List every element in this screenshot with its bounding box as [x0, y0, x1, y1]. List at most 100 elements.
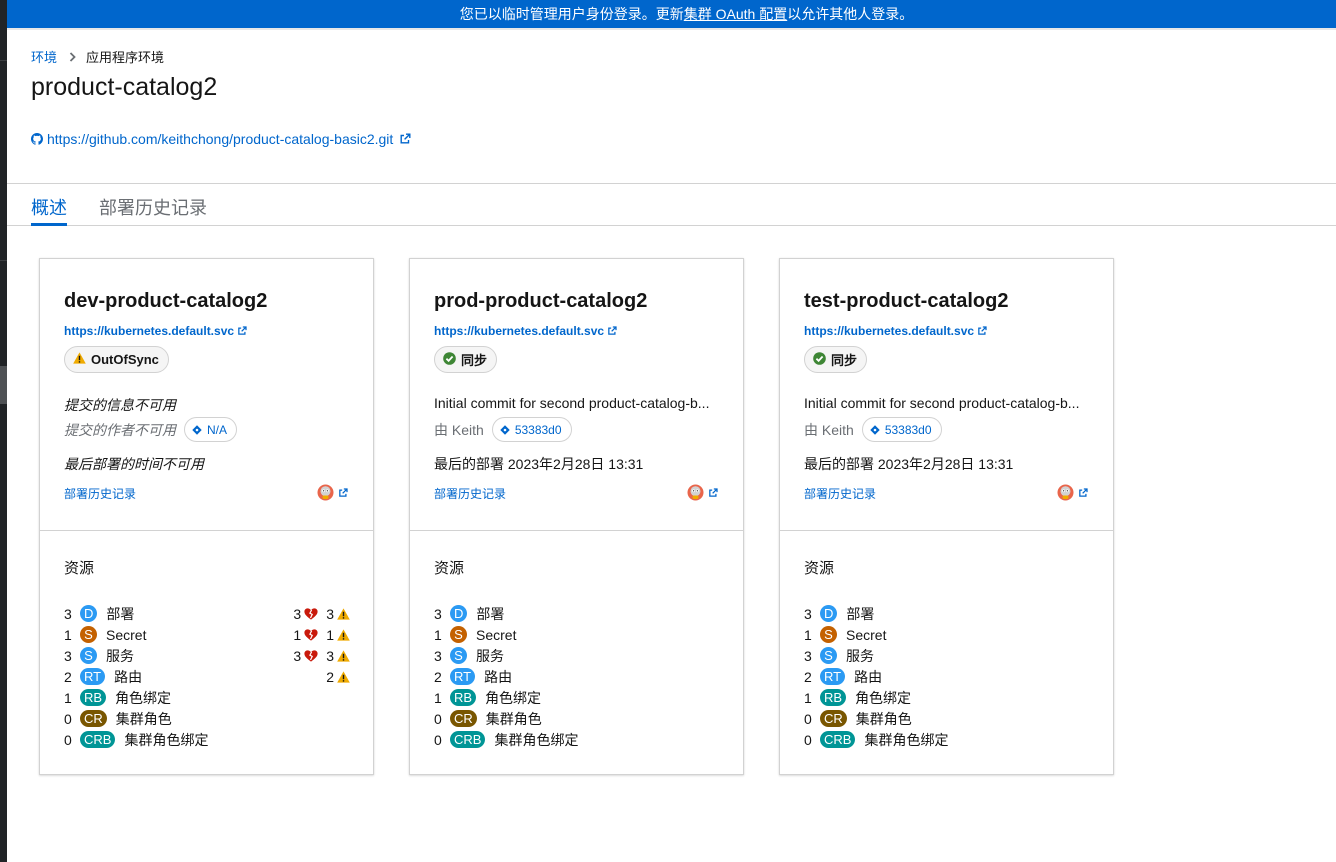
- sync-status-badge: OutOfSync: [64, 346, 169, 373]
- resource-count: 3: [64, 605, 72, 622]
- breadcrumb: 环境 应用程序环境: [31, 47, 164, 66]
- repo-url[interactable]: https://github.com/keithchong/product-ca…: [47, 131, 393, 147]
- deployment-history-link[interactable]: 部署历史记录: [64, 485, 136, 502]
- resource-health: 11: [289, 624, 350, 645]
- resource-kind-badge: S: [80, 626, 97, 643]
- commit-id-badge[interactable]: N/A: [184, 417, 238, 442]
- git-commit-icon: [500, 424, 510, 435]
- resource-label: Secret: [476, 626, 517, 643]
- resource-count: 2: [64, 668, 72, 685]
- heart-broken-icon: [304, 628, 318, 641]
- environment-name: dev-product-catalog2: [64, 290, 268, 312]
- commit-id-badge[interactable]: 53383d0: [861, 417, 942, 442]
- resource-row: 3 S 服务: [434, 645, 720, 666]
- resource-kind-badge: S: [820, 647, 837, 664]
- temporary-admin-banner: 您已以临时管理用户身份登录。更新 集群 OAuth 配置 以允许其他人登录。: [7, 0, 1336, 30]
- git-commit-icon: [870, 424, 880, 435]
- resource-label: 部署: [106, 605, 135, 622]
- commit-message: Initial commit for second product-catalo…: [804, 395, 1080, 411]
- commit-author: 提交的作者不可用: [64, 421, 176, 438]
- commit-id[interactable]: N/A: [207, 423, 227, 437]
- resource-row: 1 RB 角色绑定: [434, 687, 720, 708]
- warning-triangle-icon: [337, 670, 350, 683]
- resource-count: 2: [804, 668, 812, 685]
- resource-kind-badge: S: [820, 626, 837, 643]
- resource-label: 集群角色: [485, 710, 542, 727]
- breadcrumb-current: 应用程序环境: [86, 50, 165, 65]
- degraded-count: 3: [293, 605, 302, 622]
- resource-row: 0 CR 集群角色: [64, 708, 350, 729]
- banner-text-suffix: 以允许其他人登录。: [787, 6, 914, 22]
- external-link-icon: [400, 133, 411, 144]
- cluster-url[interactable]: https://kubernetes.default.svc: [804, 324, 974, 338]
- argocd-link[interactable]: [317, 484, 348, 501]
- git-commit-icon: [192, 424, 202, 435]
- nav-divider: [0, 260, 7, 261]
- deployment-history-link[interactable]: 部署历史记录: [434, 485, 506, 502]
- cluster-url-link[interactable]: https://kubernetes.default.svc: [804, 324, 987, 338]
- sync-status-badge: 同步: [804, 346, 868, 373]
- cluster-url-link[interactable]: https://kubernetes.default.svc: [434, 324, 617, 338]
- argocd-icon: [687, 484, 704, 501]
- resource-count: 0: [804, 710, 812, 727]
- resource-kind-badge: S: [80, 647, 97, 664]
- resource-row: 0 CR 集群角色: [434, 708, 720, 729]
- deployment-history-link[interactable]: 部署历史记录: [804, 485, 876, 502]
- resource-count: 3: [804, 647, 812, 664]
- tab-deployment-history[interactable]: 部署历史记录: [99, 194, 207, 220]
- resource-kind-badge: S: [450, 647, 467, 664]
- check-circle-icon: [443, 351, 456, 365]
- cluster-url[interactable]: https://kubernetes.default.svc: [64, 324, 234, 338]
- cluster-url-link[interactable]: https://kubernetes.default.svc: [64, 324, 247, 338]
- commit-id-badge[interactable]: 53383d0: [491, 417, 572, 442]
- resource-kind-badge: RB: [820, 689, 847, 706]
- active-tab-indicator: [31, 223, 67, 226]
- cluster-url[interactable]: https://kubernetes.default.svc: [434, 324, 604, 338]
- resource-health: 2: [318, 666, 350, 687]
- argocd-link[interactable]: [1057, 484, 1088, 501]
- resource-label: 部署: [476, 605, 505, 622]
- resource-kind-badge: D: [820, 605, 838, 622]
- resource-kind-badge: CRB: [820, 731, 856, 748]
- resource-count: 0: [434, 710, 442, 727]
- resources-title: 资源: [434, 560, 465, 577]
- resource-count: 1: [804, 626, 812, 643]
- breadcrumb-environments-link[interactable]: 环境: [31, 47, 57, 66]
- resource-label: 服务: [846, 647, 874, 664]
- heart-broken-icon: [304, 649, 318, 662]
- resource-label: 角色绑定: [855, 689, 912, 706]
- commit-id[interactable]: 53383d0: [515, 423, 562, 437]
- left-nav-rail: [0, 0, 7, 862]
- resource-row: 2 RT 路由: [434, 666, 720, 687]
- heart-broken-icon: [304, 607, 318, 620]
- resource-label: 角色绑定: [485, 689, 542, 706]
- nav-selected-item[interactable]: [0, 366, 7, 404]
- resource-label: 集群角色: [855, 710, 912, 727]
- repo-link[interactable]: https://github.com/keithchong/product-ca…: [31, 131, 411, 147]
- resource-count: 0: [434, 731, 442, 748]
- commit-message: Initial commit for second product-catalo…: [434, 395, 710, 411]
- resource-count: 3: [434, 647, 442, 664]
- resource-kind-badge: D: [80, 605, 98, 622]
- commit-id[interactable]: 53383d0: [885, 423, 932, 437]
- resource-count: 0: [64, 710, 72, 727]
- tab-overview[interactable]: 概述: [31, 194, 67, 220]
- resource-kind-badge: CR: [450, 710, 477, 727]
- commit-message: 提交的信息不可用: [64, 397, 176, 413]
- argocd-icon: [1057, 484, 1074, 501]
- resource-row: 3 D 部署: [804, 603, 1090, 624]
- resource-label: Secret: [106, 626, 147, 643]
- resource-count: 3: [804, 605, 812, 622]
- resource-count: 1: [434, 626, 442, 643]
- argocd-link[interactable]: [687, 484, 718, 501]
- resource-label: 角色绑定: [115, 689, 172, 706]
- environment-name: test-product-catalog2: [804, 290, 1009, 312]
- cluster-oauth-config-link[interactable]: 集群 OAuth 配置: [684, 4, 787, 24]
- resource-label: 路由: [114, 668, 143, 685]
- resource-kind-badge: RT: [820, 668, 846, 685]
- resource-kind-badge: RT: [450, 668, 476, 685]
- resource-row: 0 CR 集群角色: [804, 708, 1090, 729]
- resource-count: 1: [64, 626, 72, 643]
- tab-bar: 概述 部署历史记录: [7, 183, 1336, 226]
- resource-kind-badge: CRB: [450, 731, 486, 748]
